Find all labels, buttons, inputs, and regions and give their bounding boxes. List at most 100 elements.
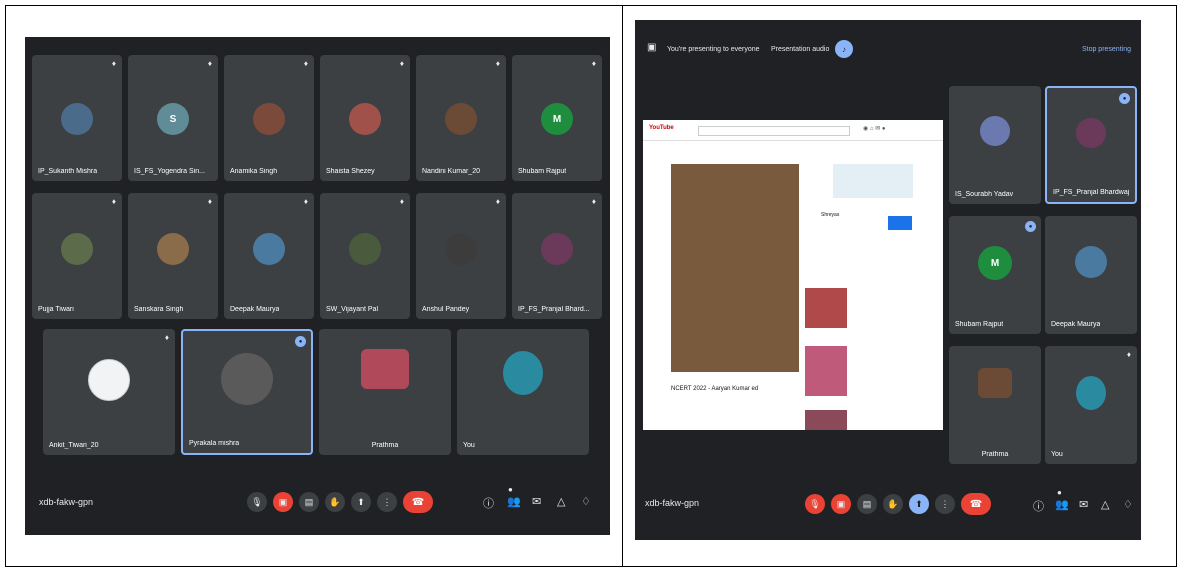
host-controls-icon[interactable]: ♢	[1123, 498, 1133, 511]
avatar	[221, 353, 273, 405]
speaking-indicator-icon: ●	[1025, 221, 1036, 232]
speaking-indicator-icon: ●	[1119, 93, 1130, 104]
participant-name: SW_Vijayant Pal	[326, 306, 379, 313]
panel-divider	[622, 5, 623, 567]
present-button[interactable]: ⬆	[909, 494, 929, 514]
meet-presenting-view: ▣ You're presenting to everyone Presenta…	[635, 20, 1141, 540]
participant-tile[interactable]: ♦ S IS_FS_Yogendra Sin...	[128, 55, 218, 181]
captions-button[interactable]: ▤	[857, 494, 877, 514]
participant-name: Prathma	[981, 451, 1009, 458]
mic-off-icon: ♦	[1126, 350, 1131, 359]
avatar	[253, 103, 285, 135]
participant-tile-active[interactable]: ● Pyrakala mishra	[181, 329, 313, 455]
info-icon[interactable]: ⓘ	[483, 495, 494, 511]
participant-tile[interactable]: ♦ M Shubam Rajput	[512, 55, 602, 181]
participant-tile[interactable]: ♦ Deepak Maurya	[224, 193, 314, 319]
participant-tile[interactable]: ♦ Shaista Shezey	[320, 55, 410, 181]
presentation-audio-label: Presentation audio	[771, 46, 830, 53]
meet-grid-view: ♦ IP_Sukanth Mishra ♦ S IS_FS_Yogendra S…	[25, 37, 610, 535]
mic-off-icon: ♦	[111, 59, 116, 68]
participant-name: Shaista Shezey	[326, 168, 375, 175]
raise-hand-button[interactable]: ✋	[883, 494, 903, 514]
hang-up-button[interactable]: ☎	[961, 493, 991, 515]
participant-name: IS_FS_Yogendra Sin...	[134, 168, 205, 175]
stop-presenting-link[interactable]: Stop presenting	[1082, 46, 1131, 53]
participant-name: Deepak Maurya	[1051, 321, 1101, 328]
host-controls-icon[interactable]: ♢	[581, 495, 591, 508]
yt-side-thumb[interactable]	[805, 288, 847, 328]
mic-off-icon: ♦	[591, 59, 596, 68]
participant-name: Shubam Rajput	[955, 321, 1004, 328]
participant-tile[interactable]: ♦ Ankit_Tiwari_20	[43, 329, 175, 455]
audio-toggle-icon[interactable]: ♪	[835, 40, 853, 58]
avatar: M	[978, 246, 1012, 280]
mic-off-icon: ♦	[303, 197, 308, 206]
people-icon[interactable]: 👥	[507, 495, 521, 508]
participant-name: Deepak Maurya	[230, 306, 280, 313]
participant-tile[interactable]: Prathma	[949, 346, 1041, 464]
participant-tile[interactable]: Deepak Maurya	[1045, 216, 1137, 334]
participant-tile-active[interactable]: ● IP_FS_Pranjal Bhardwaj	[1045, 86, 1137, 204]
participant-tile[interactable]: ♦ Sanskara Singh	[128, 193, 218, 319]
participant-name: IS_Sourabh Yadav	[955, 191, 1014, 198]
avatar	[157, 233, 189, 265]
avatar	[1076, 376, 1106, 410]
participant-tile[interactable]: ♦ IP_Sukanth Mishra	[32, 55, 122, 181]
activities-icon[interactable]: △	[1101, 498, 1109, 511]
participant-tile[interactable]: ♦ You	[1045, 346, 1137, 464]
participant-tile[interactable]: You	[457, 329, 589, 455]
avatar	[88, 359, 130, 401]
more-options-button[interactable]: ⋮	[377, 492, 397, 512]
avatar	[361, 349, 409, 389]
mic-off-icon: ♦	[399, 197, 404, 206]
participant-name: Sanskara Singh	[134, 306, 184, 313]
participant-name: Pyrakala mishra	[189, 440, 240, 447]
avatar	[1076, 118, 1106, 148]
yt-search-input[interactable]	[698, 126, 850, 136]
avatar	[61, 233, 93, 265]
raise-hand-button[interactable]: ✋	[325, 492, 345, 512]
participant-name: Ankit_Tiwari_20	[49, 442, 99, 449]
participant-tile[interactable]: ♦ Pujja Tiwari	[32, 193, 122, 319]
mic-off-icon: ♦	[207, 197, 212, 206]
participant-name: Nandini Kumar_20	[422, 168, 480, 175]
info-icon[interactable]: ⓘ	[1033, 498, 1044, 514]
participant-tile[interactable]: ● M Shubam Rajput	[949, 216, 1041, 334]
avatar	[541, 233, 573, 265]
yt-side-thumb[interactable]	[805, 346, 847, 396]
activities-icon[interactable]: △	[557, 495, 565, 508]
meeting-code: xdb-fakw-gpn	[645, 498, 700, 508]
chat-icon[interactable]: ✉	[532, 495, 541, 508]
avatar	[349, 233, 381, 265]
more-options-button[interactable]: ⋮	[935, 494, 955, 514]
participant-tile[interactable]: ♦ SW_Vijayant Pal	[320, 193, 410, 319]
participant-name: Pujja Tiwari	[38, 306, 74, 313]
yt-channel-name: Shreyas	[821, 212, 840, 218]
avatar	[61, 103, 93, 135]
present-screen-icon: ▣	[647, 42, 657, 53]
hang-up-button[interactable]: ☎	[403, 491, 433, 513]
shared-screen: YouTube ◉ ⌂ ✉ ● NCERT 2022 - Aaryan Kuma…	[643, 120, 943, 430]
participant-tile[interactable]: ♦ Anamika Singh	[224, 55, 314, 181]
yt-subscribe-button[interactable]	[888, 216, 912, 230]
avatar	[349, 103, 381, 135]
participant-tile[interactable]: ♦ Anshul Pandey	[416, 193, 506, 319]
participant-tile[interactable]: ♦ IP_FS_Pranjal Bhard...	[512, 193, 602, 319]
camera-button[interactable]: ▣	[831, 494, 851, 514]
people-icon[interactable]: 👥	[1055, 498, 1069, 511]
chat-icon[interactable]: ✉	[1079, 498, 1088, 511]
present-button[interactable]: ⬆	[351, 492, 371, 512]
captions-button[interactable]: ▤	[299, 492, 319, 512]
mic-button[interactable]: 🎙	[805, 494, 825, 514]
yt-side-thumb[interactable]	[805, 410, 847, 430]
yt-video-player[interactable]	[671, 164, 799, 372]
camera-button[interactable]: ▣	[273, 492, 293, 512]
avatar: M	[541, 103, 573, 135]
participant-tile[interactable]: Prathma	[319, 329, 451, 455]
participant-name: Shubam Rajput	[518, 168, 567, 175]
participant-tile[interactable]: IS_Sourabh Yadav	[949, 86, 1041, 204]
mic-button[interactable]: 🎙	[247, 492, 267, 512]
participant-name: Anshul Pandey	[422, 306, 470, 313]
avatar	[253, 233, 285, 265]
participant-tile[interactable]: ♦ Nandini Kumar_20	[416, 55, 506, 181]
